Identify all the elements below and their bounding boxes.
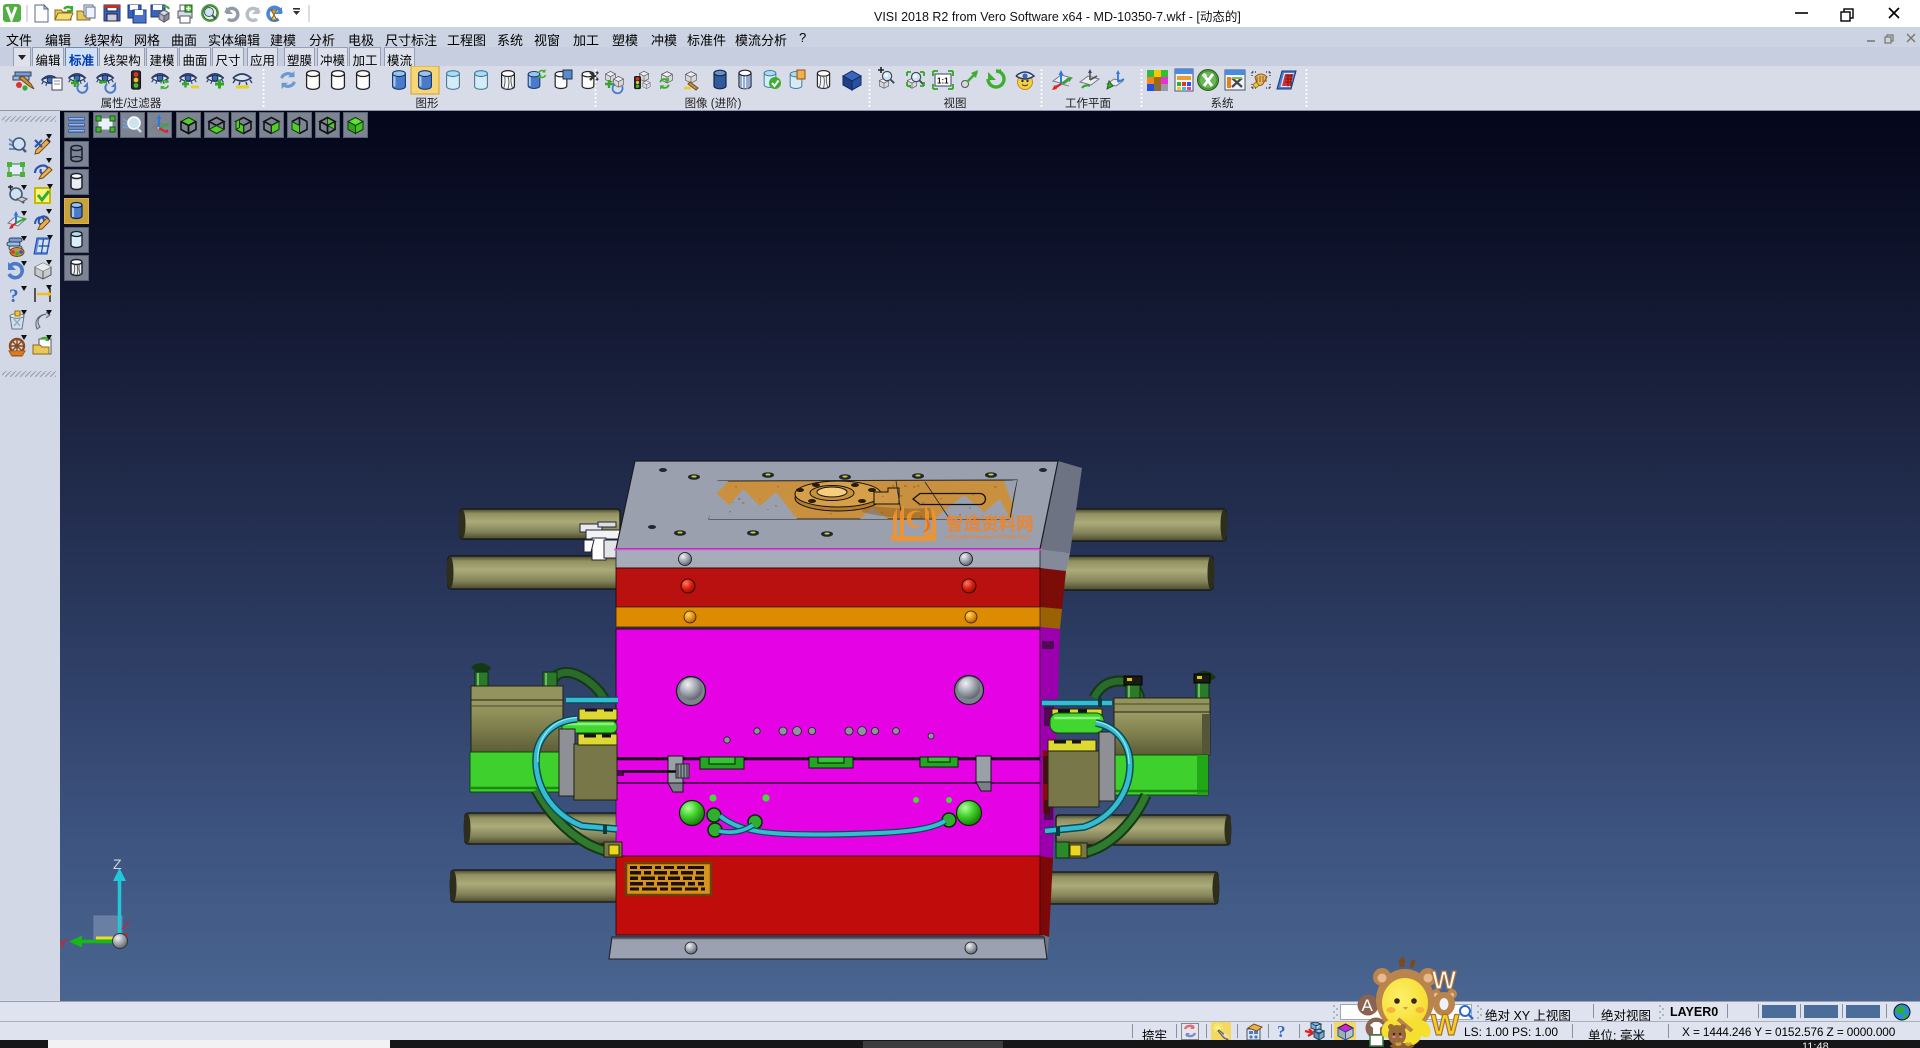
- svg-text:1:1: 1:1: [937, 77, 949, 86]
- svg-text:?: ?: [9, 286, 19, 307]
- svg-text:A: A: [1362, 996, 1374, 1015]
- svg-text:W: W: [1431, 1009, 1460, 1042]
- svg-text:INTELLIGENT MANUFACTURING DATA: INTELLIGENT MANUFACTURING DATA: [946, 535, 1030, 541]
- svg-text:Y: Y: [60, 935, 68, 951]
- svg-text:Z: Z: [113, 856, 122, 872]
- svg-text:智造资料网: 智造资料网: [946, 514, 1034, 534]
